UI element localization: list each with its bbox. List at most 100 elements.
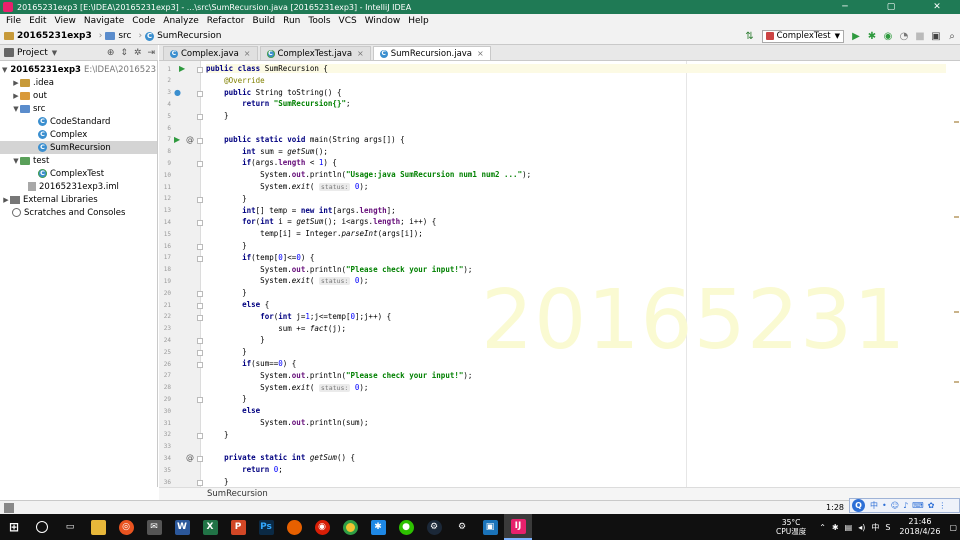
fold-marker[interactable]	[197, 480, 203, 486]
ime-voice-icon[interactable]: ♪	[901, 501, 910, 510]
stop-icon[interactable]: ■	[912, 29, 928, 43]
chevron-right-icon[interactable]: ▶	[12, 79, 20, 87]
fold-marker[interactable]	[197, 90, 203, 97]
tree-item-complex[interactable]: C Complex	[0, 128, 157, 141]
close-button[interactable]: ✕	[914, 0, 960, 14]
bluetooth-icon[interactable]: ✱	[829, 523, 842, 532]
breadcrumb-project[interactable]: 20165231exp3	[4, 31, 96, 41]
annotation-gutter-icon[interactable]: @	[186, 135, 194, 144]
fold-marker[interactable]	[197, 362, 203, 368]
breadcrumb-src[interactable]: src	[105, 31, 135, 41]
steam-button[interactable]: ⚙	[420, 514, 448, 540]
code-line[interactable]: int[] temp = new int[args.length];	[206, 206, 396, 215]
code-line[interactable]: if(args.length < 1) {	[206, 158, 337, 167]
menu-analyze[interactable]: Analyze	[159, 14, 202, 28]
menu-refactor[interactable]: Refactor	[203, 14, 249, 28]
minimize-button[interactable]: ─	[822, 0, 868, 14]
code-line[interactable]: return "SumRecursion{}";	[206, 99, 350, 108]
menu-navigate[interactable]: Navigate	[80, 14, 128, 28]
tool-windows-icon[interactable]	[4, 502, 14, 513]
code-line[interactable]: int sum = getSum();	[206, 147, 328, 156]
fold-marker[interactable]	[197, 161, 203, 168]
code-line[interactable]: for(int i = getSum(); i<args.length; i++…	[206, 217, 436, 226]
ime-skin-icon[interactable]: ✿	[926, 501, 937, 510]
ime-keyboard-icon[interactable]: ⌨	[910, 501, 926, 510]
scroll-marker[interactable]	[954, 216, 959, 218]
fold-marker[interactable]	[197, 196, 203, 203]
fold-marker[interactable]	[197, 220, 203, 227]
fold-marker[interactable]	[197, 67, 203, 73]
scroll-marker[interactable]	[954, 121, 959, 123]
tree-item-sumrecursion[interactable]: C SumRecursion	[0, 141, 157, 154]
code-line[interactable]: System.out.println("Please check your in…	[206, 371, 472, 380]
code-line[interactable]: System.out.println("Please check your in…	[206, 265, 472, 274]
code-line[interactable]: public static void main(String args[]) {	[206, 135, 405, 144]
hide-icon[interactable]: ⇥	[144, 48, 158, 58]
breadcrumb-file[interactable]: C SumRecursion	[145, 31, 225, 41]
code-line[interactable]: private static int getSum() {	[206, 453, 355, 462]
task-view-button[interactable]: ▭	[56, 514, 84, 540]
search-icon[interactable]: ⌕	[944, 29, 960, 43]
network-icon[interactable]: ▤	[842, 523, 856, 532]
annotation-gutter-icon[interactable]: @	[186, 453, 194, 462]
gear-icon[interactable]: ✲	[131, 48, 145, 58]
build-arrow-icon[interactable]: ⇅	[742, 29, 758, 43]
close-icon[interactable]: ×	[357, 49, 364, 58]
code-line[interactable]: System.out.println("Usage:java SumRecurs…	[206, 170, 531, 179]
netease-music-button[interactable]: ◉	[308, 514, 336, 540]
code-line[interactable]: System.out.println(sum);	[206, 418, 368, 427]
fold-marker[interactable]	[197, 314, 203, 321]
app-blue-button[interactable]: ✱	[364, 514, 392, 540]
tree-item-idea[interactable]: ▶ .idea	[0, 76, 157, 89]
code-line[interactable]: else {	[206, 300, 269, 309]
chevron-down-icon[interactable]: ▼	[12, 157, 20, 165]
code-line[interactable]: }	[206, 430, 229, 439]
chevron-down-icon[interactable]: ▼	[52, 49, 57, 57]
caret-position[interactable]: 1:28	[826, 503, 844, 512]
editor-breadcrumb[interactable]: SumRecursion	[159, 487, 960, 500]
run-icon[interactable]: ▶	[848, 29, 864, 43]
code-line[interactable]: return 0;	[206, 465, 283, 474]
tree-item-project[interactable]: ▼ 20165231exp3 E:\IDEA\20165231ex	[0, 63, 157, 76]
tree-item-test[interactable]: ▼ test	[0, 154, 157, 167]
close-icon[interactable]: ×	[477, 49, 484, 58]
tree-item-complextest[interactable]: C ComplexTest	[0, 167, 157, 180]
ime-toolbar[interactable]: Q 中 • ☺ ♪ ⌨ ✿ ⋮	[849, 498, 960, 513]
tab-sumrecursion[interactable]: C SumRecursion.java ×	[372, 46, 491, 60]
debug-icon[interactable]: ✱	[864, 29, 880, 43]
project-structure-icon[interactable]: ▣	[928, 29, 944, 43]
profile-icon[interactable]: ◔	[896, 29, 912, 43]
photoshop-button[interactable]: Ps	[252, 514, 280, 540]
wechat-button[interactable]: ●	[392, 514, 420, 540]
code-line[interactable]: }	[206, 194, 247, 203]
chevron-right-icon[interactable]: ▶	[12, 92, 20, 100]
code-line[interactable]: }	[206, 477, 229, 486]
editor-gutter[interactable]: 1 2 3 4 5 6 7 8 9 10 11 12 13 14 15 16 17 18 19 20 21 22 23 24 2…	[159, 61, 203, 487]
tree-item-codestandard[interactable]: C CodeStandard	[0, 115, 157, 128]
code-line[interactable]: else	[206, 406, 260, 415]
chrome-button[interactable]	[336, 514, 364, 540]
tree-item-iml[interactable]: 20165231exp3.iml	[0, 180, 157, 193]
code-line[interactable]: System.exit( status: 0);	[206, 276, 368, 286]
menu-run[interactable]: Run	[279, 14, 304, 28]
ime-menu-icon[interactable]: ⋮	[936, 501, 948, 510]
scroll-marker[interactable]	[954, 311, 959, 313]
tab-complextest[interactable]: C ComplexTest.java ×	[259, 46, 371, 60]
chevron-down-icon[interactable]: ▼	[2, 66, 7, 74]
code-editor[interactable]: 1 2 3 4 5 6 7 8 9 10 11 12 13 14 15 16 17 18 19 20 21 22 23 24 2…	[159, 61, 960, 487]
cpu-temperature[interactable]: 35°C CPU温度	[776, 518, 806, 536]
tree-item-out[interactable]: ▶ out	[0, 89, 157, 102]
fold-marker[interactable]	[197, 397, 203, 404]
scroll-marker[interactable]	[954, 381, 959, 383]
file-explorer-button[interactable]	[84, 514, 112, 540]
code-line[interactable]: public String toString() {	[206, 88, 341, 97]
powerpoint-button[interactable]: P	[224, 514, 252, 540]
virtualbox-button[interactable]: ▣	[476, 514, 504, 540]
fold-marker[interactable]	[197, 114, 203, 121]
code-line[interactable]: }	[206, 347, 247, 356]
menu-help[interactable]: Help	[404, 14, 433, 28]
fold-marker[interactable]	[197, 244, 203, 250]
clock[interactable]: 21:46 2018/4/26	[899, 517, 940, 537]
editor-breadcrumb-label[interactable]: SumRecursion	[207, 489, 268, 499]
ime-app-icon[interactable]: S	[882, 523, 893, 532]
